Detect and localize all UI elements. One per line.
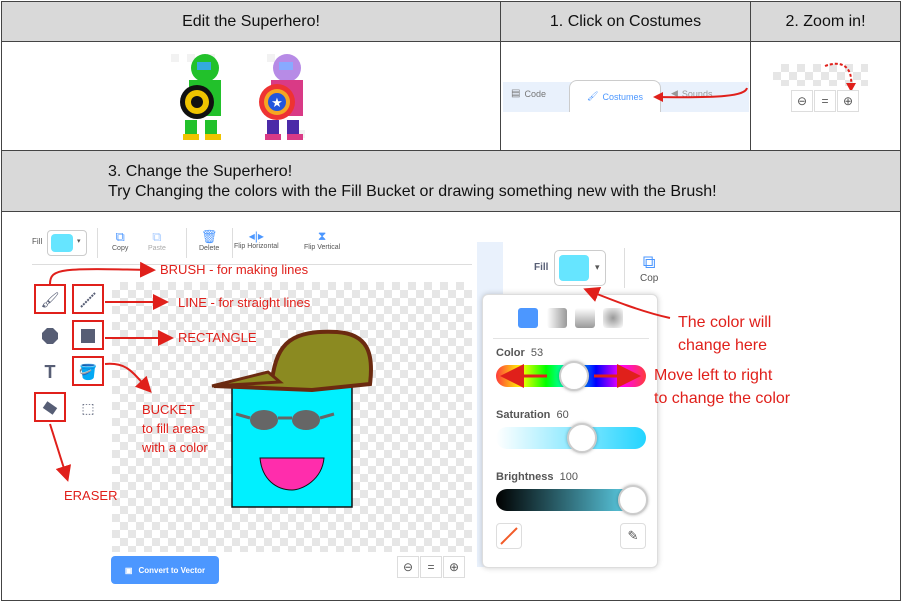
- eraser-annotation: ERASER: [64, 488, 118, 503]
- rectangle-annotation: RECTANGLE: [178, 330, 257, 345]
- costumes-tab-cell: ▤ Code 🖌 Costumes ◀ Sounds: [500, 41, 751, 151]
- slider-annotation-line1: Move left to right: [654, 367, 773, 384]
- line-annotation: LINE - for straight lines: [178, 295, 311, 310]
- bucket-annotation-line2: to fill areas: [142, 421, 205, 436]
- superhero-preview-cell: ★: [1, 41, 501, 151]
- brush-annotation: BRUSH - for making lines: [160, 262, 309, 277]
- costumes-arrow: [653, 87, 748, 102]
- header-click-costumes: 1. Click on Costumes: [500, 1, 751, 42]
- header-edit-superhero-text: Edit the Superhero!: [182, 12, 320, 30]
- bucket-annotation-line1: BUCKET: [142, 402, 195, 417]
- tab-costumes-label: Costumes: [602, 91, 643, 102]
- header-zoom-in-text: 2. Zoom in!: [785, 12, 866, 30]
- tab-code-label: Code: [524, 88, 546, 99]
- bucket-annotation-line3: with a color: [142, 440, 208, 455]
- tab-code[interactable]: ▤ Code: [511, 88, 546, 99]
- header-zoom-in: 2. Zoom in!: [750, 1, 901, 42]
- zoom-out-icon: ⊖: [796, 94, 808, 108]
- slider-annotation-line2: to change the color: [654, 390, 791, 407]
- slider-annotation: Move left to right to change the color: [654, 364, 790, 410]
- brush-icon: 🖌: [587, 91, 599, 101]
- color-change-line2: change here: [678, 337, 767, 354]
- header-edit-superhero: Edit the Superhero!: [1, 1, 501, 42]
- bucket-annotation: BUCKET to fill areas with a color: [142, 400, 208, 457]
- zoom-reset-label: =: [821, 94, 829, 108]
- code-icon: ▤: [511, 88, 521, 99]
- color-change-annotation: The color will change here: [678, 311, 771, 357]
- color-change-line1: The color will: [678, 314, 772, 331]
- step3-header: 3. Change the Superhero! Try Changing th…: [1, 150, 901, 212]
- header-click-costumes-text: 1. Click on Costumes: [549, 12, 702, 30]
- zoom-out-button-small[interactable]: ⊖: [791, 90, 813, 112]
- zoom-cell: ⊖ = ⊕: [750, 41, 901, 151]
- zoom-reset-button-small[interactable]: =: [814, 90, 836, 112]
- step3-subtitle: Try Changing the colors with the Fill Bu…: [108, 183, 717, 200]
- step3-title: 3. Change the Superhero!: [108, 163, 293, 180]
- zoom-in-button-small[interactable]: ⊕: [837, 90, 859, 112]
- tab-costumes[interactable]: 🖌 Costumes: [569, 80, 661, 112]
- svg-text:★: ★: [271, 96, 283, 111]
- editor-cell: Fill ▾ ⧉ Copy ⧉ Paste 🗑 Delete ◂|▸ Flip Hori…: [1, 211, 901, 601]
- zoom-in-icon: ⊕: [842, 94, 854, 108]
- superhero-sprites: ★: [167, 50, 317, 142]
